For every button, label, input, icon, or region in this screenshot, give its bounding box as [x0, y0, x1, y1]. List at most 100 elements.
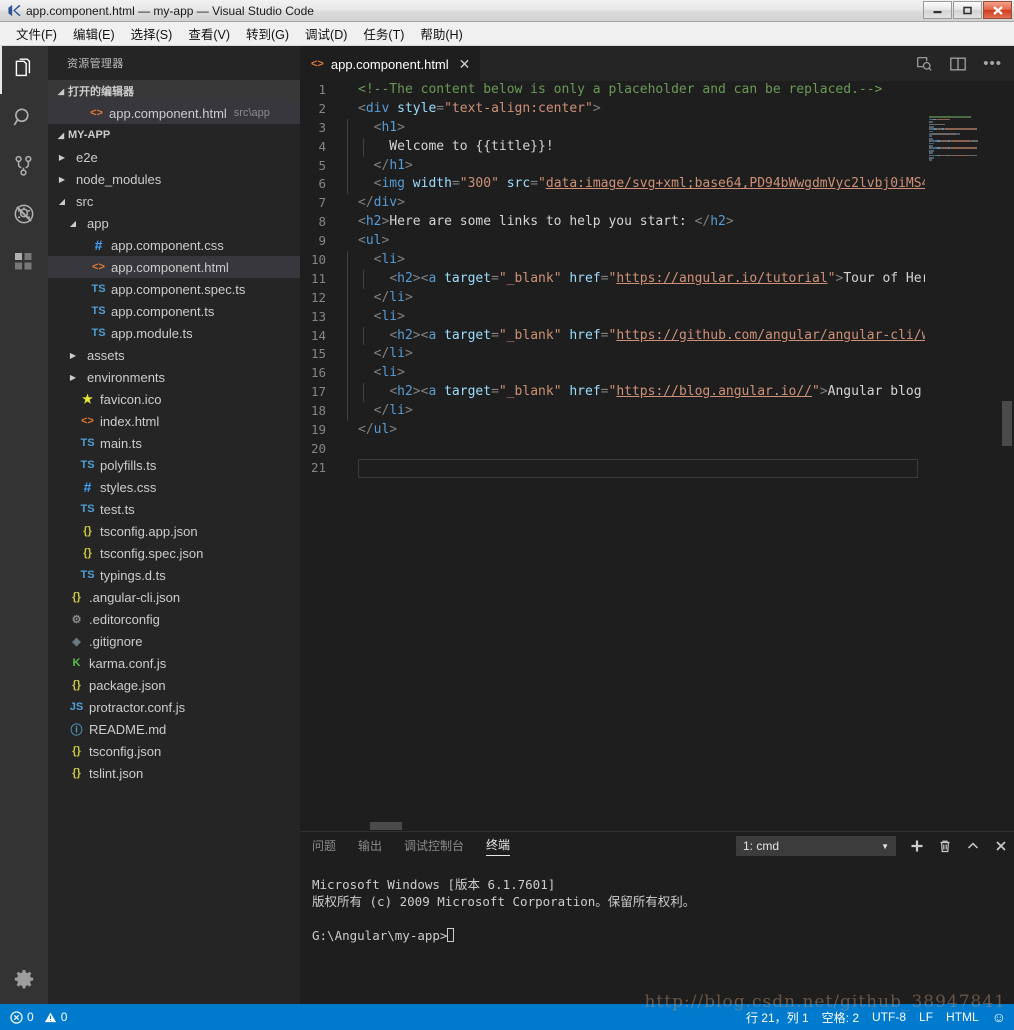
close-panel-icon[interactable] — [994, 839, 1008, 853]
code-token[interactable]: data:image/svg+xml;base64,PD94bWwgdmVyc2… — [546, 176, 930, 191]
code-token[interactable]: https://angular.io/tutorial — [616, 271, 827, 286]
tree-folder-app[interactable]: ◢ app — [48, 212, 300, 234]
terminal-output[interactable]: Microsoft Windows [版本 6.1.7601] 版权所有 (c) … — [300, 864, 1014, 1004]
activity-source-control-icon[interactable] — [0, 142, 48, 190]
activity-search-icon[interactable] — [0, 94, 48, 142]
tree-file-angular-cli-json[interactable]: {} .angular-cli.json — [48, 586, 300, 608]
menu-selection[interactable]: 选择(S) — [123, 21, 181, 46]
json-file-icon: {} — [72, 745, 81, 757]
tree-file-editorconfig[interactable]: ⚙ .editorconfig — [48, 608, 300, 630]
activity-settings-gear-icon[interactable] — [0, 956, 48, 1004]
status-encoding[interactable]: UTF-8 — [872, 1010, 906, 1024]
minimize-button[interactable] — [923, 1, 952, 19]
tree-file-karma-conf-js[interactable]: Kkarma.conf.js — [48, 652, 300, 674]
code-token: = — [600, 270, 609, 286]
tree-file-app-component-html[interactable]: <> app.component.html — [48, 256, 300, 278]
maximize-button[interactable] — [953, 1, 982, 19]
tree-file-index-html[interactable]: <> index.html — [48, 410, 300, 432]
code-token: < — [389, 384, 398, 400]
code-token: > — [404, 403, 413, 419]
code-token: </ — [373, 403, 390, 419]
code-token: </ — [358, 422, 374, 438]
chevron-down-icon: ◢ — [57, 130, 65, 140]
maximize-panel-icon[interactable] — [966, 839, 980, 853]
editor-minimap[interactable] — [925, 116, 1000, 831]
kill-terminal-trash-icon[interactable] — [938, 839, 952, 853]
menu-debug[interactable]: 调试(D) — [297, 21, 355, 46]
code-token: h2 — [397, 270, 413, 286]
status-cursor-position[interactable]: 行 21，列 1 — [746, 1009, 809, 1026]
tree-file-app-component-ts[interactable]: TS app.component.ts — [48, 300, 300, 322]
tree-file-tsconfig-spec-json[interactable]: {} tsconfig.spec.json — [48, 542, 300, 564]
tree-file-tslint-json[interactable]: {} tslint.json — [48, 762, 300, 784]
menu-edit[interactable]: 编辑(E) — [65, 21, 123, 46]
editor-tab-close-icon[interactable]: ✕ — [459, 57, 471, 71]
json-file-icon: {} — [72, 679, 81, 691]
new-terminal-icon[interactable] — [910, 839, 924, 853]
code-token[interactable]: https://blog.angular.io// — [616, 384, 812, 399]
status-indentation[interactable]: 空格: 2 — [822, 1009, 859, 1026]
close-button[interactable] — [983, 1, 1012, 19]
tree-file-polyfills-ts[interactable]: TS polyfills.ts — [48, 454, 300, 476]
code-token[interactable]: https://github.com/angular/angular-cli/w — [616, 328, 929, 343]
tree-file-tsconfig-app-json[interactable]: {} tsconfig.app.json — [48, 520, 300, 542]
menu-tasks[interactable]: 任务(T) — [355, 21, 412, 46]
tree-file-main-ts[interactable]: TS main.ts — [48, 432, 300, 454]
menu-help[interactable]: 帮助(H) — [412, 21, 470, 46]
workspace-root-header[interactable]: ◢ MY-APP — [48, 124, 300, 146]
tree-file-tsconfig-json[interactable]: {} tsconfig.json — [48, 740, 300, 762]
status-problems[interactable]: 0 0 — [10, 1010, 67, 1024]
tree-file-package-json[interactable]: {} package.json — [48, 674, 300, 696]
status-feedback-smiley-icon[interactable]: ☺ — [992, 1009, 1006, 1025]
editor-horizontal-scrollbar-thumb[interactable] — [370, 822, 402, 830]
status-language-mode[interactable]: HTML — [946, 1010, 979, 1024]
activity-debug-icon[interactable] — [0, 190, 48, 238]
tree-file-test-ts[interactable]: TS test.ts — [48, 498, 300, 520]
tree-file-favicon-ico[interactable]: ★ favicon.ico — [48, 388, 300, 410]
panel-tab-debug-console[interactable]: 调试控制台 — [404, 837, 464, 856]
tree-item-label: README.md — [89, 721, 167, 737]
scrollbar-thumb[interactable] — [1002, 401, 1012, 446]
tree-file-protractor-conf-js[interactable]: JS protractor.conf.js — [48, 696, 300, 718]
karma-file-icon: K — [72, 657, 81, 669]
open-editors-section-header[interactable]: ◢ 打开的编辑器 — [48, 80, 300, 102]
activity-extensions-icon[interactable] — [0, 238, 48, 286]
tree-file-app-component-spec-ts[interactable]: TS app.component.spec.ts — [48, 278, 300, 300]
tree-file-styles-css[interactable]: # styles.css — [48, 476, 300, 498]
tree-file-app-component-css[interactable]: # app.component.css — [48, 234, 300, 256]
open-preview-icon[interactable] — [915, 55, 933, 73]
editor-vertical-scrollbar[interactable] — [1000, 116, 1014, 831]
code-line-text: </h1> — [346, 156, 413, 176]
tree-file-readme-md[interactable]: ⓘ README.md — [48, 718, 300, 740]
tree-item-label: app — [87, 215, 109, 231]
code-token: > — [397, 365, 405, 381]
tree-folder-environments[interactable]: ▶ environments — [48, 366, 300, 388]
open-editor-item-app-component-html[interactable]: <> app.component.html src\app — [48, 102, 300, 124]
panel-tab-output[interactable]: 输出 — [358, 837, 382, 856]
menu-view[interactable]: 查看(V) — [180, 21, 238, 46]
activity-files-explorer-icon[interactable] — [0, 46, 48, 94]
tree-file-app-module-ts[interactable]: TS app.module.ts — [48, 322, 300, 344]
tree-item-label: .angular-cli.json — [89, 589, 181, 605]
split-editor-icon[interactable] — [949, 55, 967, 73]
tree-folder-src[interactable]: ◢ src — [48, 190, 300, 212]
code-token: = — [451, 176, 460, 192]
tree-file-typings-d-ts[interactable]: TS typings.d.ts — [48, 564, 300, 586]
more-actions-icon[interactable]: ••• — [983, 56, 1002, 71]
code-editor[interactable]: 1 <!--The content below is only a placeho… — [300, 81, 1014, 831]
panel-tab-terminal[interactable]: 终端 — [486, 836, 511, 856]
tree-folder-node-modules[interactable]: ▶ node_modules — [48, 168, 300, 190]
tree-file-gitignore[interactable]: ◈ .gitignore — [48, 630, 300, 652]
menu-file[interactable]: 文件(F) — [8, 21, 65, 46]
terminal-selector-dropdown[interactable]: 1: cmd ▼ — [736, 836, 896, 856]
tree-folder-assets[interactable]: ▶ assets — [48, 344, 300, 366]
json-file-icon: {} — [72, 767, 81, 779]
tree-folder-e2e[interactable]: ▶ e2e — [48, 146, 300, 168]
menu-go[interactable]: 转到(G) — [238, 21, 297, 46]
editor-tab-app-component-html[interactable]: <> app.component.html ✕ — [300, 46, 482, 81]
chevron-right-icon: ▶ — [58, 152, 66, 162]
panel-actions: 1: cmd ▼ — [736, 832, 1008, 860]
panel-tab-problems[interactable]: 问题 — [312, 837, 336, 856]
status-eol[interactable]: LF — [919, 1010, 933, 1024]
